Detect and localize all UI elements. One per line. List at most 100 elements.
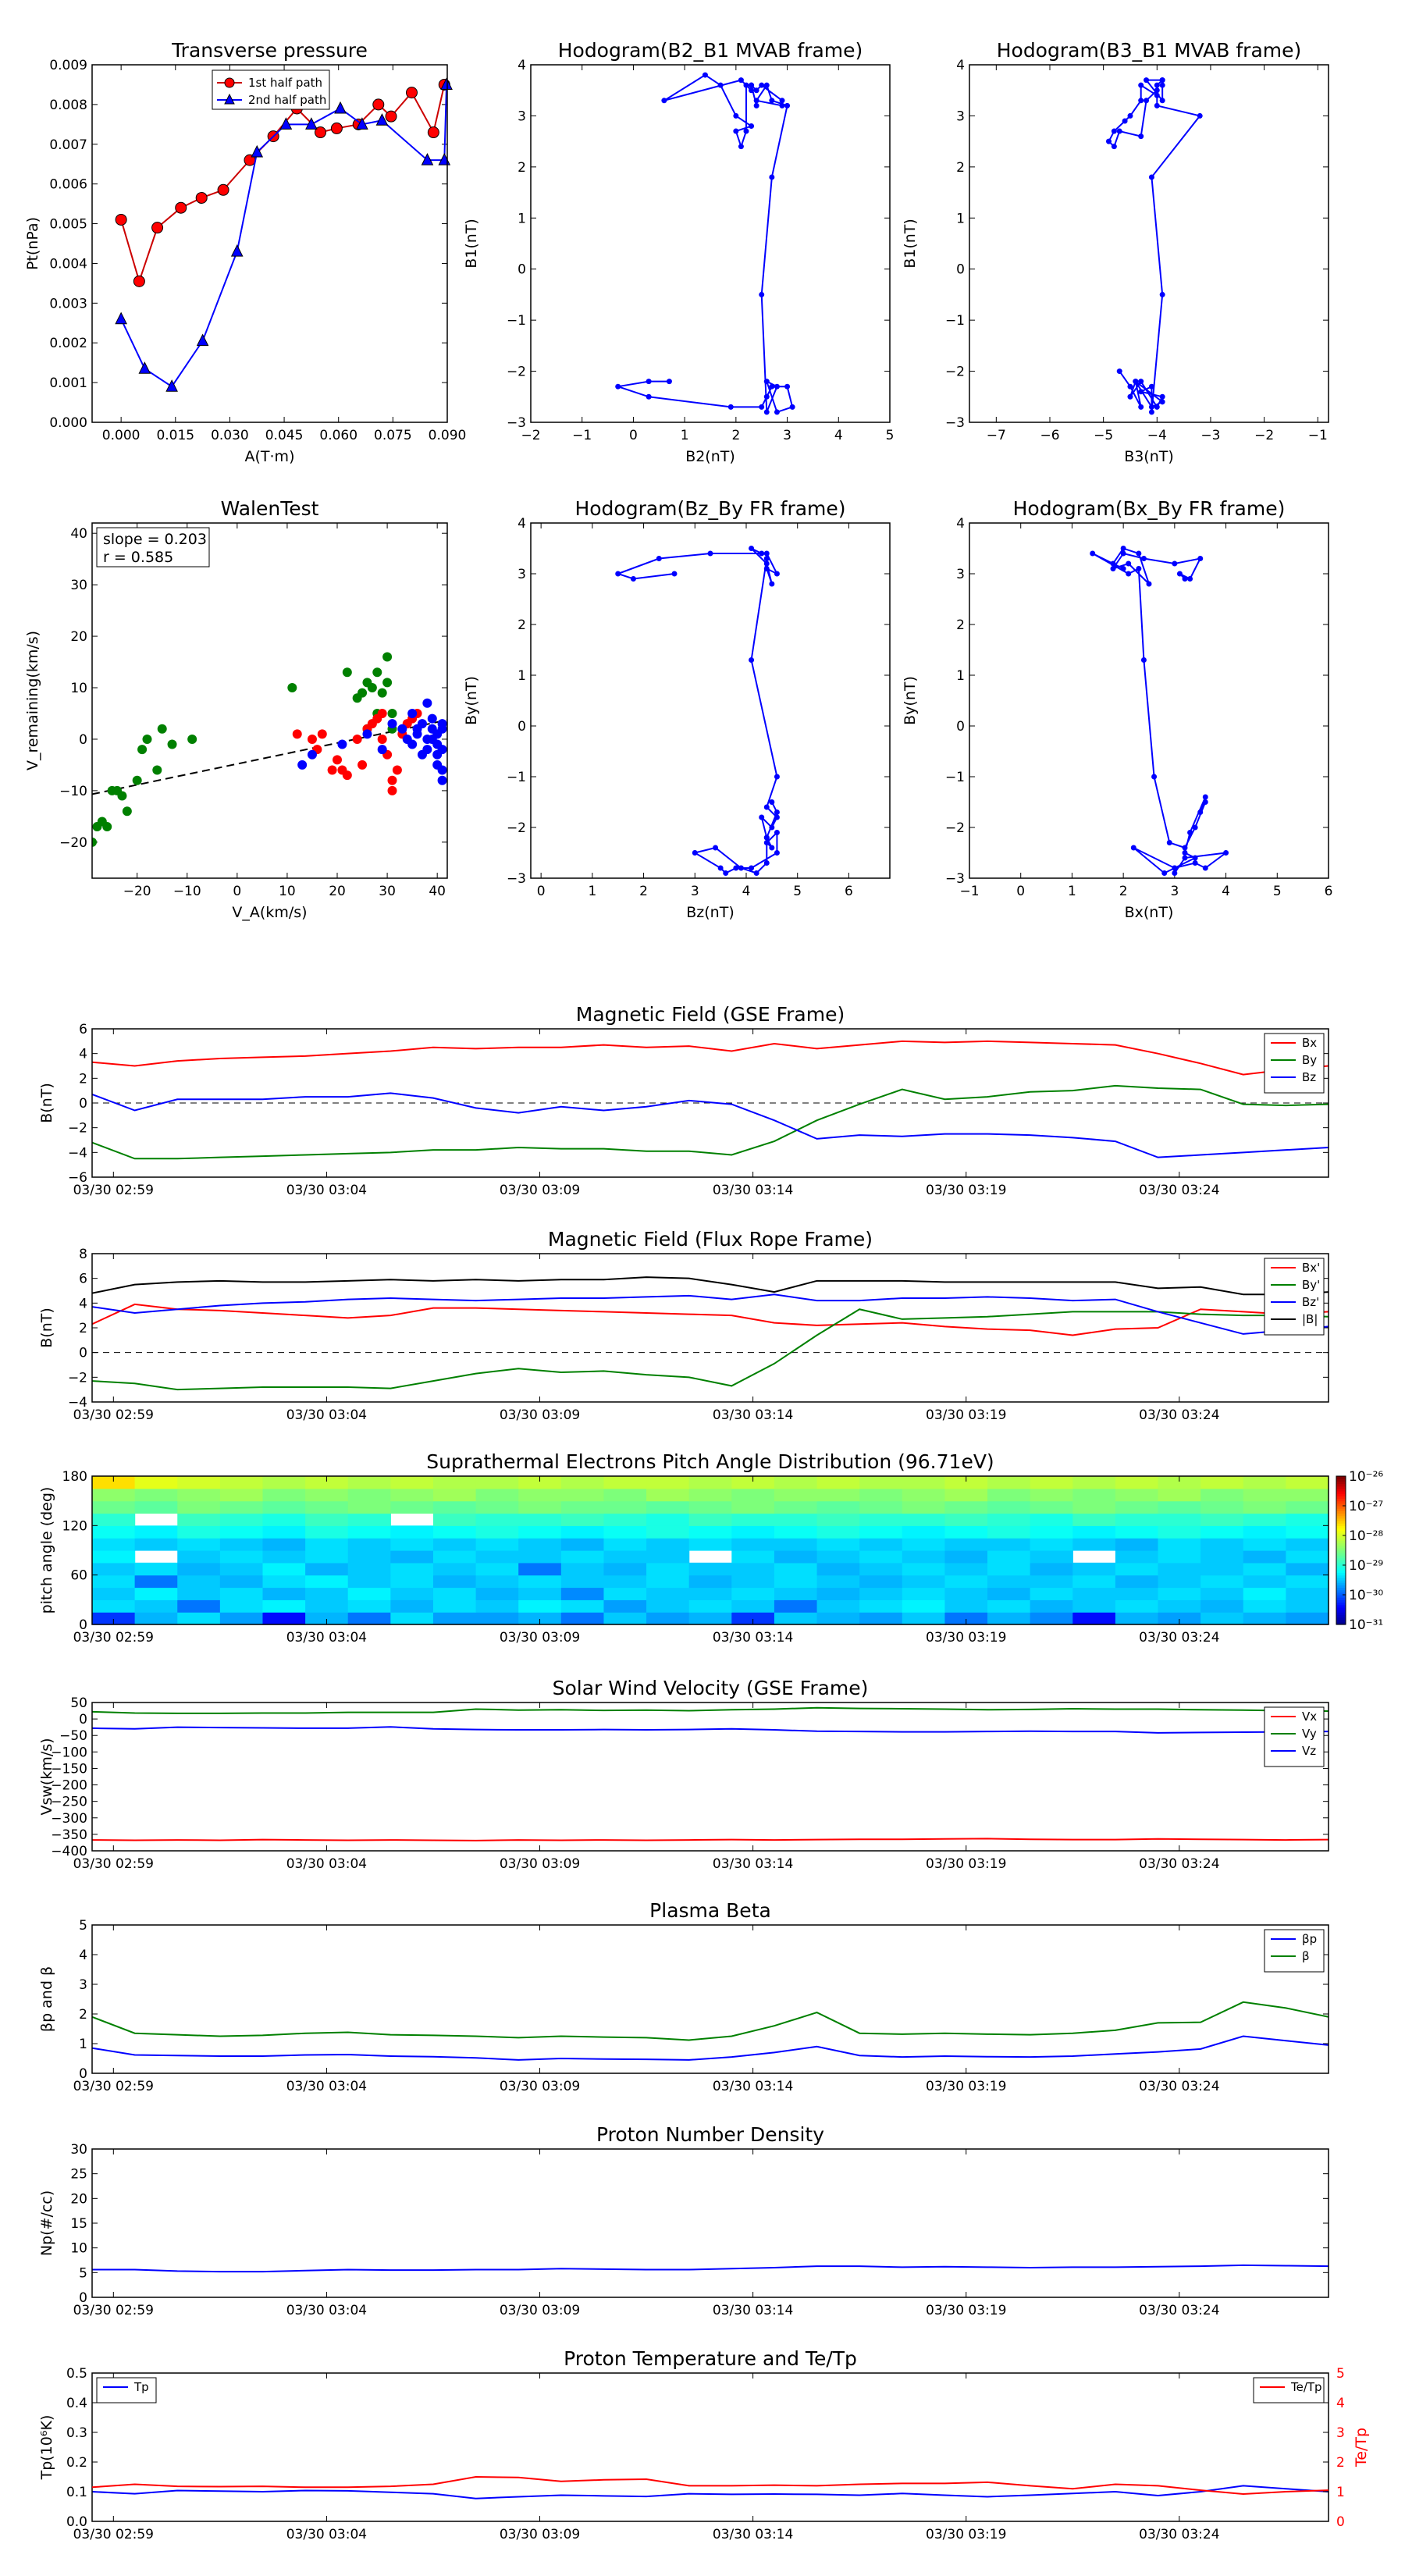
walen-point <box>137 745 148 755</box>
hodogram-point <box>784 102 791 109</box>
hodogram-point <box>1110 560 1116 567</box>
heatmap-cell <box>987 1587 1031 1600</box>
colorbar-tick-label: 10⁻²⁷ <box>1349 1499 1383 1514</box>
heatmap-cell <box>390 1587 434 1600</box>
hodogram-point <box>692 850 698 856</box>
heatmap-cell <box>1072 1538 1116 1551</box>
heatmap-cell <box>646 1538 690 1551</box>
heatmap-cell <box>134 1599 178 1613</box>
heatmap-cell <box>646 1612 690 1625</box>
x-tick-label: 03/30 03:04 <box>286 2303 367 2318</box>
heatmap-cell <box>774 1488 818 1502</box>
heatmap-cell <box>731 1500 775 1514</box>
walen-point <box>427 713 437 724</box>
heatmap-cell <box>134 1476 178 1489</box>
x-tick-label: 1 <box>681 428 689 443</box>
walen-point <box>167 739 177 749</box>
y-tick-label: 0.0 <box>66 2514 87 2530</box>
x-axis-label: Bx(nT) <box>1125 904 1174 921</box>
series-line-bx <box>92 1040 1329 1076</box>
hodogram-point <box>753 870 759 876</box>
pressure-point <box>334 101 347 114</box>
heatmap-cell <box>560 1562 605 1576</box>
legend-label: β <box>1302 1949 1310 1963</box>
hodogram-point <box>763 393 770 400</box>
heatmap-cell <box>262 1525 306 1539</box>
hodogram-chart-h4: −1 0 1 2 3 4 5 6−3−2−101234Hodogram(Bx_By FR fr… <box>902 497 1332 921</box>
heatmap-cell <box>688 1574 732 1589</box>
hodogram-point <box>1148 174 1154 180</box>
x-tick-label: 03/30 03:24 <box>1139 2527 1219 2542</box>
walen-point <box>377 708 387 718</box>
heatmap-cell <box>816 1488 860 1502</box>
heatmap-cell <box>1200 1513 1244 1526</box>
y-tick-label: 3 <box>956 567 965 582</box>
heatmap-cell <box>134 1538 178 1551</box>
heatmap-cell <box>219 1574 264 1589</box>
y-tick-label: 6 <box>79 1022 87 1037</box>
heatmap-cell <box>944 1587 988 1600</box>
y-tick-label: 15 <box>70 2216 87 2232</box>
legend-label: Bz' <box>1302 1295 1319 1309</box>
heatmap-cell <box>603 1587 647 1600</box>
x-tick-label: −5 <box>1094 428 1113 443</box>
heatmap-cell <box>1243 1550 1286 1564</box>
walen-point <box>397 724 407 734</box>
heatmap-cell <box>603 1550 647 1564</box>
heatmap-cell <box>1243 1500 1286 1514</box>
pressure-point <box>133 275 145 287</box>
heatmap-cell <box>518 1599 562 1613</box>
heatmap-cell <box>560 1587 605 1600</box>
x-tick-label: 0 <box>537 884 546 899</box>
hodogram-point <box>763 804 770 810</box>
chart-title: Suprathermal Electrons Pitch Angle Distr… <box>426 1450 994 1473</box>
heatmap-cell <box>390 1574 434 1589</box>
hodogram-point <box>779 98 785 104</box>
y-tick-label: 0 <box>79 2290 87 2306</box>
heatmap-cell <box>1286 1587 1329 1600</box>
y-tick-label: −3 <box>945 415 965 431</box>
x-tick-label: 0.045 <box>265 428 304 443</box>
y-tick-label: 180 <box>62 1469 87 1485</box>
heatmap-cell <box>731 1525 775 1539</box>
heatmap-cell <box>262 1476 306 1489</box>
hodogram-point <box>738 77 744 84</box>
plot-frame <box>91 522 448 879</box>
heatmap-cell <box>603 1538 647 1551</box>
heatmap-cell <box>1243 1612 1286 1625</box>
legend-label: Tp <box>133 2380 149 2394</box>
heatmap-cell <box>390 1525 434 1539</box>
heatmap-cell <box>177 1513 221 1526</box>
heatmap-cell <box>816 1538 860 1551</box>
heatmap-cell <box>1158 1488 1201 1502</box>
walen-point <box>117 791 127 801</box>
walen-point <box>407 739 418 749</box>
x-tick-label: 03/30 03:04 <box>286 1183 367 1198</box>
heatmap-cell <box>92 1500 136 1514</box>
x-tick-label: −1 <box>1308 428 1328 443</box>
hodogram-point <box>646 379 652 385</box>
hodogram-point <box>666 379 672 385</box>
hodogram-point <box>779 102 785 109</box>
hodogram-point <box>763 379 770 385</box>
y-tick-label: 60 <box>70 1568 87 1584</box>
heatmap-cell <box>92 1562 136 1576</box>
y-tick-label: 0.004 <box>49 256 87 272</box>
heatmap-cell <box>134 1612 178 1625</box>
y-tick-label: 1 <box>518 668 526 684</box>
heatmap-cell <box>518 1538 562 1551</box>
heatmap-cell <box>475 1476 519 1489</box>
heatmap-cell <box>177 1587 221 1600</box>
heatmap-cell <box>1243 1562 1286 1576</box>
pressure-point <box>330 122 343 134</box>
y-tick-label: 4 <box>79 1948 87 1963</box>
hodogram-point <box>1197 809 1204 815</box>
hodogram-point <box>1154 92 1160 98</box>
heatmap-cell <box>305 1550 349 1564</box>
walen-point <box>377 734 387 744</box>
x-tick-label: 10 <box>279 884 296 899</box>
heatmap-cell <box>1072 1513 1116 1526</box>
x-tick-label: 2 <box>1119 884 1128 899</box>
heatmap-cell <box>1158 1574 1201 1589</box>
plot-frame <box>91 2372 1329 2522</box>
